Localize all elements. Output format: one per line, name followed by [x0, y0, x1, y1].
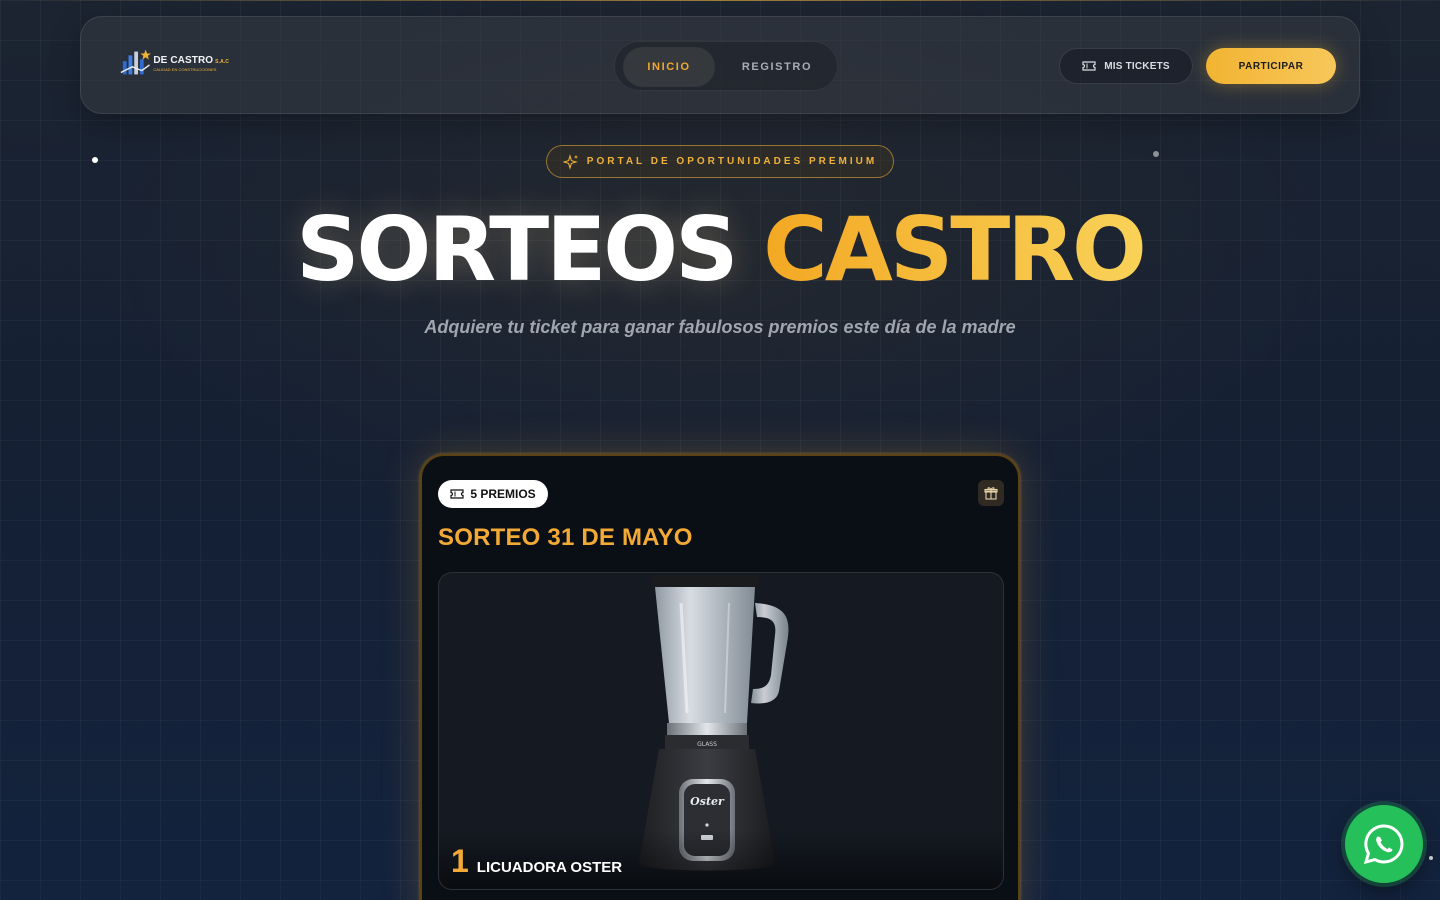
whatsapp-button[interactable] [1345, 805, 1423, 883]
my-tickets-button[interactable]: MIS TICKETS [1059, 48, 1193, 84]
hero-subtitle: Adquiere tu ticket para ganar fabulosos … [424, 317, 1016, 337]
svg-text:GLASS: GLASS [697, 741, 717, 748]
my-tickets-label: MIS TICKETS [1104, 60, 1170, 72]
top-navbar: DE CASTRO S.A.C CALIDAD EN CONSTRUCCIONES… [80, 16, 1360, 114]
top-accent-line [0, 0, 1440, 1]
nav-item-inicio[interactable]: INICIO [623, 47, 715, 87]
nav-item-registro[interactable]: REGISTRO [723, 47, 831, 87]
brand-name: DE CASTRO S.A.C [153, 54, 229, 66]
decor-dot [1429, 856, 1433, 860]
badge-text: PORTAL DE OPORTUNIDADES PREMIUM [586, 156, 878, 167]
prizes-count-badge: 5 PREMIOS [438, 480, 548, 508]
prize-name: LICUADORA OSTER [476, 859, 623, 876]
premium-portal-badge: PORTAL DE OPORTUNIDADES PREMIUM [546, 145, 894, 178]
raffle-title: SORTEO 31 DE MAYO [438, 524, 693, 551]
prizes-count-label: 5 PREMIOS [470, 487, 536, 501]
prize-number: 1 [451, 843, 469, 879]
ticket-icon [450, 489, 464, 499]
title-part-2: CASTRO [763, 198, 1147, 301]
page-title: SORTEOS CASTRO [0, 200, 1440, 300]
sparkles-icon [562, 153, 578, 170]
prize-label: 1 LICUADORA OSTER [451, 843, 622, 880]
gift-icon[interactable] [978, 480, 1004, 506]
brand-logo[interactable]: DE CASTRO S.A.C CALIDAD EN CONSTRUCCIONES [119, 47, 229, 79]
decor-dot [92, 157, 98, 163]
svg-text:Oster: Oster [690, 795, 725, 808]
ticket-icon [1082, 61, 1096, 71]
prize-item[interactable]: GLASS Oster 1 LICUADORA OSTER [438, 572, 1004, 890]
main-nav: INICIO REGISTRO [614, 41, 838, 91]
building-star-icon [120, 49, 151, 75]
participate-button[interactable]: PARTICIPAR [1206, 48, 1336, 84]
whatsapp-icon [1363, 824, 1404, 865]
decor-dot [1153, 151, 1159, 157]
raffle-card[interactable]: 5 PREMIOS SORTEO 31 DE MAYO GLASS Oster … [420, 454, 1020, 900]
title-part-1: SORTEOS [296, 198, 738, 301]
brand-tagline: CALIDAD EN CONSTRUCCIONES [153, 66, 217, 72]
